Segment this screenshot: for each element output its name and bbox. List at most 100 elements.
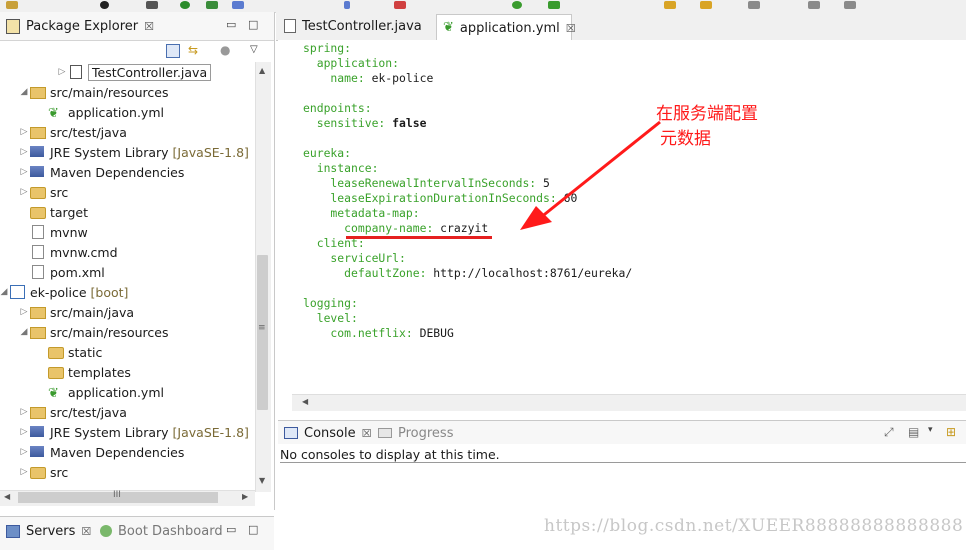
tree-item[interactable]: ▷ src bbox=[18, 182, 69, 202]
toolbar-icon[interactable] bbox=[808, 1, 820, 9]
explorer-horizontal-scroll-thumb[interactable]: III bbox=[18, 490, 218, 503]
toolbar-icon[interactable] bbox=[100, 1, 109, 9]
code-line: application: bbox=[303, 56, 399, 71]
annotation-underline bbox=[346, 236, 492, 239]
toolbar-icon[interactable] bbox=[548, 1, 560, 9]
tree-item[interactable]: ❦ application.yml bbox=[36, 102, 164, 122]
new-console-icon[interactable]: ⊞ bbox=[946, 425, 956, 439]
minimize-icon[interactable]: ▭ bbox=[226, 18, 236, 31]
expanded-toggle-icon[interactable]: ◢ bbox=[18, 87, 30, 97]
tab-label: TestController.java bbox=[302, 18, 422, 34]
collapsed-toggle-icon[interactable]: ▷ bbox=[18, 407, 30, 417]
yaml-key: defaultZone: bbox=[303, 266, 427, 280]
package-folder-icon bbox=[30, 405, 46, 419]
explorer-vertical-scroll-thumb[interactable]: ≡ bbox=[257, 255, 268, 410]
tree-item[interactable]: ◢ ek-police [boot] bbox=[0, 282, 129, 302]
tree-item[interactable]: ▷ src/test/java bbox=[18, 122, 127, 142]
close-icon[interactable]: ☒ bbox=[566, 22, 576, 35]
link-editor-icon[interactable]: ⇆ bbox=[188, 44, 202, 56]
collapsed-toggle-icon[interactable]: ▷ bbox=[18, 307, 30, 317]
toolbar-icon[interactable] bbox=[146, 1, 158, 9]
maximize-icon[interactable]: □ bbox=[248, 523, 258, 536]
expanded-toggle-icon[interactable]: ◢ bbox=[18, 327, 30, 337]
toolbar-icon[interactable] bbox=[748, 1, 760, 9]
close-icon[interactable]: ☒ bbox=[362, 427, 372, 440]
folder-icon bbox=[30, 465, 46, 479]
collapsed-toggle-icon[interactable]: ▷ bbox=[18, 447, 30, 457]
collapsed-toggle-icon[interactable]: ▷ bbox=[18, 467, 30, 477]
tab-testcontroller[interactable]: TestController.java bbox=[284, 13, 422, 39]
collapsed-toggle-icon[interactable]: ▷ bbox=[18, 127, 30, 137]
scroll-left-icon[interactable]: ◀ bbox=[302, 397, 308, 406]
annotation-arrow bbox=[520, 120, 661, 230]
tree-item[interactable]: static bbox=[36, 342, 102, 362]
tree-item[interactable]: ◢ src/main/resources bbox=[18, 322, 169, 342]
yaml-key: logging: bbox=[303, 296, 358, 310]
yaml-key: spring: bbox=[303, 41, 352, 55]
scroll-right-icon[interactable]: ▶ bbox=[242, 492, 248, 501]
minimize-icon[interactable]: ▭ bbox=[226, 523, 236, 536]
scroll-left-icon[interactable]: ◀ bbox=[4, 492, 10, 501]
close-icon[interactable]: ☒ bbox=[81, 525, 91, 538]
tree-item-label: application.yml bbox=[68, 104, 164, 120]
chevron-down-icon[interactable]: ▾ bbox=[928, 425, 933, 435]
toolbar-icon[interactable] bbox=[664, 1, 676, 9]
tree-item[interactable]: ▷ TestController.java bbox=[56, 62, 212, 82]
display-console-icon[interactable]: ▤ bbox=[908, 425, 919, 439]
tree-item-label: JRE System Library bbox=[50, 424, 169, 440]
toolbar-icon[interactable] bbox=[512, 1, 522, 9]
toolbar-icon[interactable] bbox=[232, 1, 244, 9]
tab-boot-dashboard[interactable]: Boot Dashboard bbox=[100, 518, 223, 544]
tree-item[interactable]: ▷ JRE System Library [JavaSE-1.8] bbox=[18, 422, 249, 442]
tree-item[interactable]: ▷ src/main/java bbox=[18, 302, 135, 322]
collapse-all-icon[interactable] bbox=[166, 44, 180, 58]
toolbar-icon[interactable] bbox=[206, 1, 218, 9]
tree-item[interactable]: ▷ src/test/java bbox=[18, 402, 127, 422]
toolbar-icon[interactable] bbox=[700, 1, 712, 9]
library-icon bbox=[30, 445, 46, 459]
collapsed-toggle-icon[interactable]: ▷ bbox=[18, 167, 30, 177]
tab-progress[interactable]: Progress bbox=[378, 420, 453, 446]
maximize-icon[interactable]: □ bbox=[248, 18, 258, 31]
yaml-key: endpoints: bbox=[303, 101, 372, 115]
tab-label: application.yml bbox=[459, 20, 560, 36]
toolbar-icon[interactable] bbox=[844, 1, 856, 9]
tree-item-label: templates bbox=[68, 364, 131, 380]
focus-icon[interactable]: ● bbox=[220, 44, 234, 56]
collapsed-toggle-icon[interactable]: ▷ bbox=[18, 187, 30, 197]
tree-item[interactable]: target bbox=[18, 202, 88, 222]
tab-servers[interactable]: Servers ☒ bbox=[6, 518, 91, 544]
collapsed-toggle-icon[interactable]: ▷ bbox=[18, 147, 30, 157]
editor-horizontal-scrollbar[interactable]: ◀ bbox=[292, 394, 966, 411]
run-icon[interactable] bbox=[180, 1, 190, 9]
code-line: level: bbox=[303, 311, 358, 326]
pin-console-icon[interactable]: ⤢ bbox=[884, 425, 894, 440]
tree-item[interactable]: ◢ src/main/resources bbox=[18, 82, 169, 102]
collapsed-toggle-icon[interactable]: ▷ bbox=[18, 427, 30, 437]
scroll-down-icon[interactable]: ▼ bbox=[259, 476, 265, 485]
tree-item[interactable]: ▷ src bbox=[18, 462, 69, 482]
close-icon[interactable]: ☒ bbox=[144, 20, 154, 33]
toolbar-icon[interactable] bbox=[344, 1, 350, 9]
collapsed-toggle-icon[interactable]: ▷ bbox=[56, 67, 68, 77]
file-icon bbox=[30, 265, 46, 279]
view-menu-icon[interactable]: ▽ bbox=[250, 44, 258, 55]
tree-item[interactable]: ▷ Maven Dependencies bbox=[18, 442, 185, 462]
toolbar-icon[interactable] bbox=[6, 1, 18, 9]
tree-item[interactable]: mvnw bbox=[18, 222, 88, 242]
tree-item[interactable]: ▷ JRE System Library [JavaSE-1.8] bbox=[18, 142, 249, 162]
tab-console[interactable]: Console ☒ bbox=[284, 420, 371, 446]
code-line: serviceUrl: bbox=[303, 251, 405, 266]
expanded-toggle-icon[interactable]: ◢ bbox=[0, 287, 10, 297]
tree-item[interactable]: templates bbox=[36, 362, 131, 382]
tree-item[interactable]: mvnw.cmd bbox=[18, 242, 118, 262]
code-line: spring: bbox=[303, 41, 351, 56]
tree-item[interactable]: ❦ application.yml bbox=[36, 382, 164, 402]
tab-application-yml[interactable]: ❦ application.yml ☒ bbox=[436, 14, 576, 41]
tree-item[interactable]: ▷ Maven Dependencies bbox=[18, 162, 185, 182]
tree-item[interactable]: pom.xml bbox=[18, 262, 105, 282]
tab-package-explorer[interactable]: Package Explorer ☒ bbox=[6, 13, 154, 39]
tree-item-label: src/main/java bbox=[50, 304, 135, 320]
scroll-up-icon[interactable]: ▲ bbox=[259, 66, 265, 75]
toolbar-icon[interactable] bbox=[394, 1, 406, 9]
